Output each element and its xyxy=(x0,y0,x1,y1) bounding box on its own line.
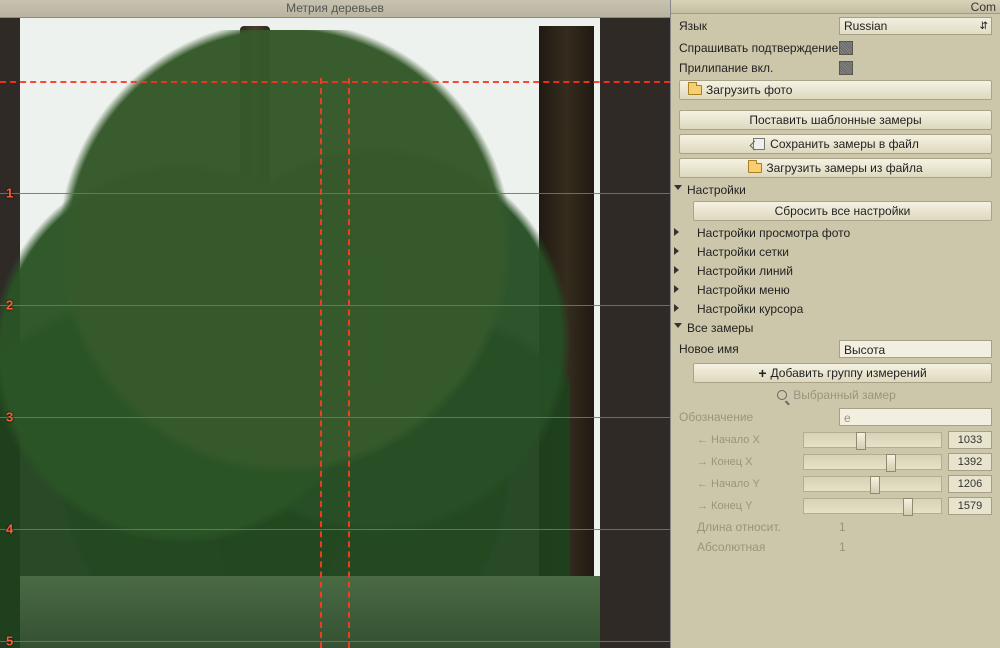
start-y-label: ← Начало Y xyxy=(697,478,797,490)
chevron-down-icon xyxy=(674,323,682,328)
end-x-label: → Конец X xyxy=(697,456,797,468)
absolute-value: 1 xyxy=(839,540,992,554)
chevron-right-icon xyxy=(674,285,679,293)
designation-label: Обозначение xyxy=(679,410,839,424)
photo-viewport[interactable]: 12345 xyxy=(0,18,670,648)
grid-settings-item[interactable]: Настройки сетки xyxy=(671,242,1000,261)
start-y-slider[interactable] xyxy=(803,476,942,492)
confirm-checkbox[interactable] xyxy=(839,41,853,55)
chevron-right-icon xyxy=(674,247,679,255)
place-templates-button[interactable]: Поставить шаблонные замеры xyxy=(679,110,992,130)
snap-checkbox[interactable] xyxy=(839,61,853,75)
relative-length-label: Длина относит. xyxy=(679,520,839,534)
end-x-value[interactable]: 1392 xyxy=(948,453,992,471)
start-x-label: ← Начало X xyxy=(697,434,797,446)
panel-tab[interactable]: Com xyxy=(671,0,1000,14)
folder-icon xyxy=(688,84,702,96)
language-label: Язык xyxy=(679,19,839,33)
new-name-input[interactable]: Высота xyxy=(839,340,992,358)
end-y-label: → Конец Y xyxy=(697,500,797,512)
end-y-value[interactable]: 1579 xyxy=(948,497,992,515)
absolute-label: Абсолютная xyxy=(679,540,839,554)
selected-measure-label: Выбранный замер xyxy=(793,388,896,402)
chevron-down-icon xyxy=(674,185,682,190)
magnifier-icon xyxy=(775,389,789,401)
cursor-settings-item[interactable]: Настройки курсора xyxy=(671,299,1000,318)
new-name-label: Новое имя xyxy=(679,342,839,356)
end-x-slider[interactable] xyxy=(803,454,942,470)
all-measures-section-header[interactable]: Все замеры xyxy=(671,318,1000,337)
confirm-label: Спрашивать подтверждение xyxy=(679,41,839,55)
start-x-value[interactable]: 1033 xyxy=(948,431,992,449)
language-select[interactable]: Russian⇵ xyxy=(839,17,992,35)
photo xyxy=(20,18,600,648)
chevron-right-icon xyxy=(674,266,679,274)
save-measures-button[interactable]: Сохранить замеры в файл xyxy=(679,134,992,154)
start-y-value[interactable]: 1206 xyxy=(948,475,992,493)
plus-icon: + xyxy=(758,368,766,378)
load-measures-button[interactable]: Загрузить замеры из файла xyxy=(679,158,992,178)
save-icon xyxy=(752,138,766,150)
add-group-button[interactable]: + Добавить группу измерений xyxy=(693,363,992,383)
chevron-right-icon xyxy=(674,228,679,236)
start-x-slider[interactable] xyxy=(803,432,942,448)
window-title: Метрия деревьев xyxy=(0,0,670,18)
menu-settings-item[interactable]: Настройки меню xyxy=(671,280,1000,299)
snap-label: Прилипание вкл. xyxy=(679,61,839,75)
chevron-right-icon xyxy=(674,304,679,312)
reset-settings-button[interactable]: Сбросить все настройки xyxy=(693,201,992,221)
settings-section-header[interactable]: Настройки xyxy=(671,180,1000,199)
designation-input[interactable]: e xyxy=(839,408,992,426)
side-panel: Com Язык Russian⇵ Спрашивать подтвержден… xyxy=(670,0,1000,648)
end-y-slider[interactable] xyxy=(803,498,942,514)
lines-settings-item[interactable]: Настройки линий xyxy=(671,261,1000,280)
load-photo-button[interactable]: Загрузить фото xyxy=(679,80,992,100)
relative-length-value: 1 xyxy=(839,520,992,534)
photo-view-settings-item[interactable]: Настройки просмотра фото xyxy=(671,223,1000,242)
chevron-updown-icon: ⇵ xyxy=(980,21,988,32)
folder-icon xyxy=(748,162,762,174)
